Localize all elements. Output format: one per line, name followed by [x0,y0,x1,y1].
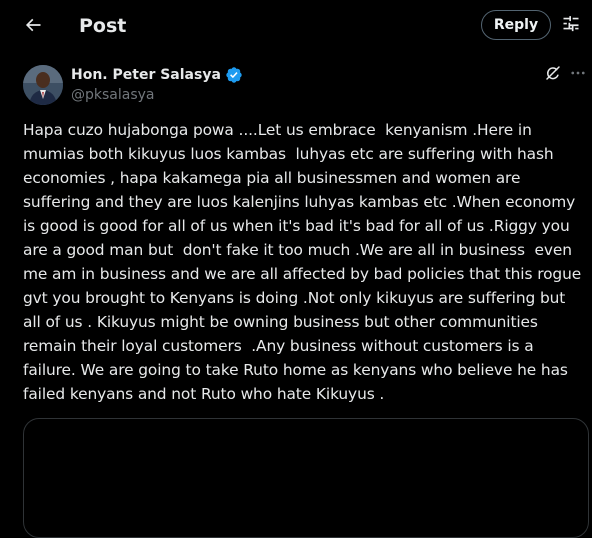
verified-badge-icon[interactable] [225,66,243,84]
more-horizontal-icon [569,64,587,86]
author-name[interactable]: Hon. Peter Salasya [71,65,243,85]
back-button[interactable] [16,10,50,44]
reply-button[interactable]: Reply [481,10,551,40]
post-text: Hapa cuzo hujabonga powa ....Let us embr… [23,121,582,403]
author-name-text[interactable]: Hon. Peter Salasya [71,65,221,85]
page-title: Post [79,15,127,37]
settings-button[interactable] [559,14,583,38]
post-header: Post Reply [0,0,592,53]
author-handle[interactable]: @pksalasya [71,85,155,105]
arrow-left-icon [23,15,43,39]
media-card[interactable] [23,418,589,538]
grok-icon [544,64,562,86]
sliders-icon [561,14,581,38]
avatar[interactable] [23,65,63,105]
grok-button[interactable] [542,64,564,86]
more-button[interactable] [567,64,589,86]
